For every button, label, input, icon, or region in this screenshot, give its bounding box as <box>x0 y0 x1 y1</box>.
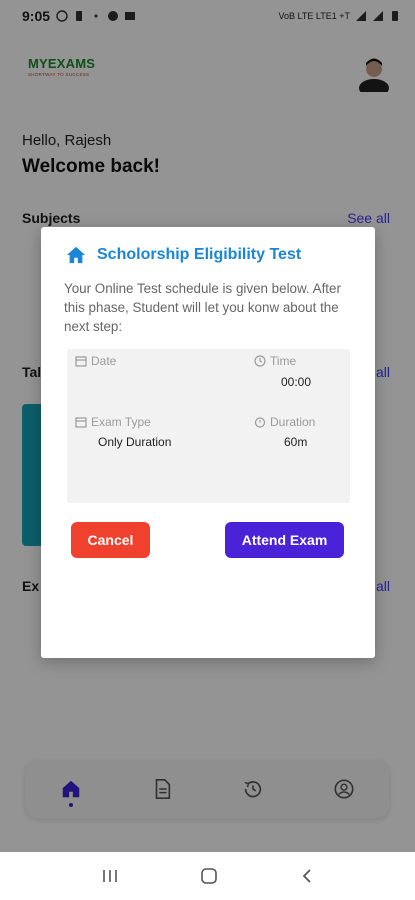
exam-type-value: Only Duration <box>98 435 172 449</box>
date-label: Date <box>75 354 116 368</box>
home-icon <box>66 246 86 264</box>
recent-apps-icon[interactable] <box>101 868 119 884</box>
attend-exam-button[interactable]: Attend Exam <box>225 522 344 558</box>
schedule-info-box: Date Time 00:00 Exam Type Only Duration … <box>67 349 350 503</box>
timer-icon <box>254 417 266 428</box>
dialog-title: Scholorship Eligibility Test <box>97 246 302 263</box>
time-label: Time <box>254 354 296 368</box>
calendar-icon <box>75 417 87 428</box>
dialog-description: Your Online Test schedule is given below… <box>64 281 341 334</box>
cancel-button[interactable]: Cancel <box>71 522 150 558</box>
back-icon[interactable] <box>300 867 314 885</box>
system-nav-bar <box>0 852 415 900</box>
clock-icon <box>254 355 266 367</box>
dialog-header: Scholorship Eligibility Test <box>65 245 301 265</box>
duration-value: 60m <box>284 435 308 449</box>
calendar-icon <box>75 356 87 367</box>
exam-schedule-dialog: Scholorship Eligibility Test Your Online… <box>41 227 375 658</box>
duration-label: Duration <box>254 415 315 429</box>
exam-type-label: Exam Type <box>75 415 151 429</box>
home-button-icon[interactable] <box>200 867 218 885</box>
time-value: 00:00 <box>281 375 312 389</box>
